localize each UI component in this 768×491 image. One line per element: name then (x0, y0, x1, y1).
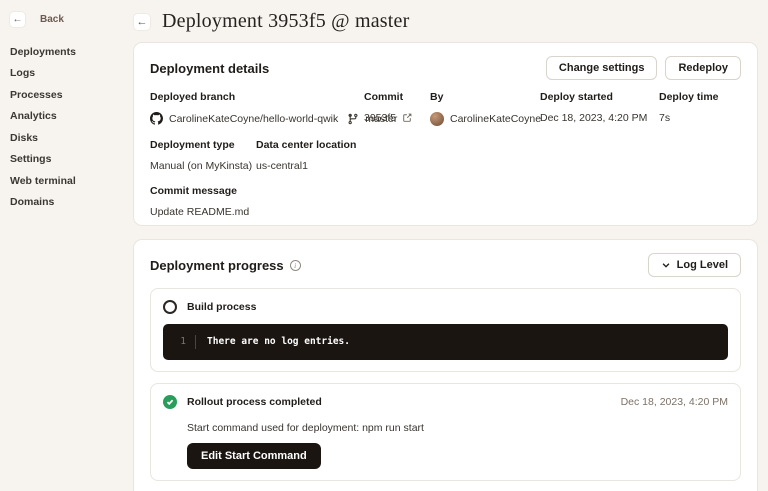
back-button[interactable]: ← Back (9, 11, 64, 28)
sidebar-item-deployments[interactable]: Deployments (10, 41, 128, 63)
rollout-timestamp: Dec 18, 2023, 4:20 PM (621, 396, 728, 408)
deployed-branch-label: Deployed branch (150, 91, 364, 103)
success-check-icon (163, 395, 177, 409)
build-process-box: Build process 1 There are no log entries… (150, 288, 741, 372)
log-line-number: 1 (163, 335, 196, 349)
redeploy-button[interactable]: Redeploy (665, 56, 741, 80)
by-user-name: CarolineKateCoyne (450, 113, 541, 125)
deployment-type-label: Deployment type (150, 139, 256, 151)
sidebar-item-web-terminal[interactable]: Web terminal (10, 170, 128, 192)
build-log-terminal: 1 There are no log entries. (163, 324, 728, 360)
github-icon (150, 112, 163, 125)
log-line-text: There are no log entries. (196, 335, 350, 349)
commit-message-label: Commit message (150, 185, 741, 197)
sidebar-item-processes[interactable]: Processes (10, 84, 128, 106)
info-icon[interactable]: i (290, 260, 301, 271)
log-level-dropdown[interactable]: Log Level (648, 253, 741, 277)
rollout-process-box: Rollout process completed Dec 18, 2023, … (150, 383, 741, 481)
header-back-arrow-icon[interactable]: ← (133, 13, 151, 31)
rollout-process-title: Rollout process completed (187, 396, 621, 408)
start-command-text: Start command used for deployment: npm r… (187, 422, 728, 434)
deployment-details-card: Deployment details Change settings Redep… (133, 42, 758, 226)
page-header: ← Deployment 3953f5 @ master (133, 10, 409, 33)
user-avatar (430, 112, 444, 126)
sidebar-item-logs[interactable]: Logs (10, 63, 128, 85)
by-label: By (430, 91, 540, 103)
deployment-progress-title: Deployment progress (150, 258, 284, 273)
git-branch-icon (347, 113, 359, 125)
sidebar: Deployments Logs Processes Analytics Dis… (10, 41, 128, 213)
build-process-title: Build process (187, 301, 728, 313)
sidebar-item-settings[interactable]: Settings (10, 149, 128, 171)
sidebar-item-domains[interactable]: Domains (10, 192, 128, 214)
deploy-started-label: Deploy started (540, 91, 659, 103)
deploy-time-value: 7s (659, 112, 670, 124)
deployment-progress-card: Deployment progress i Log Level Build pr… (133, 239, 758, 491)
page-title: Deployment 3953f5 @ master (162, 10, 409, 33)
sidebar-item-analytics[interactable]: Analytics (10, 106, 128, 128)
build-status-circle-icon (163, 300, 177, 314)
change-settings-button[interactable]: Change settings (546, 56, 658, 80)
back-label: Back (40, 14, 64, 25)
back-arrow-icon[interactable]: ← (9, 11, 26, 28)
deploy-time-label: Deploy time (659, 91, 719, 103)
log-level-label: Log Level (677, 259, 728, 271)
data-center-label: Data center location (256, 139, 356, 151)
data-center-value: us-central1 (256, 160, 308, 172)
external-link-icon[interactable] (402, 113, 412, 123)
chevron-down-icon (661, 260, 671, 270)
repo-name: CarolineKateCoyne/hello-world-qwik (169, 113, 338, 125)
commit-hash-link[interactable]: 3953f5 (364, 112, 396, 124)
commit-message-value: Update README.md (150, 206, 249, 218)
commit-label: Commit (364, 91, 430, 103)
deploy-started-value: Dec 18, 2023, 4:20 PM (540, 112, 647, 124)
deployment-details-title: Deployment details (150, 61, 269, 76)
sidebar-item-disks[interactable]: Disks (10, 127, 128, 149)
deployment-type-value: Manual (on MyKinsta) (150, 160, 252, 172)
edit-start-command-button[interactable]: Edit Start Command (187, 443, 321, 469)
